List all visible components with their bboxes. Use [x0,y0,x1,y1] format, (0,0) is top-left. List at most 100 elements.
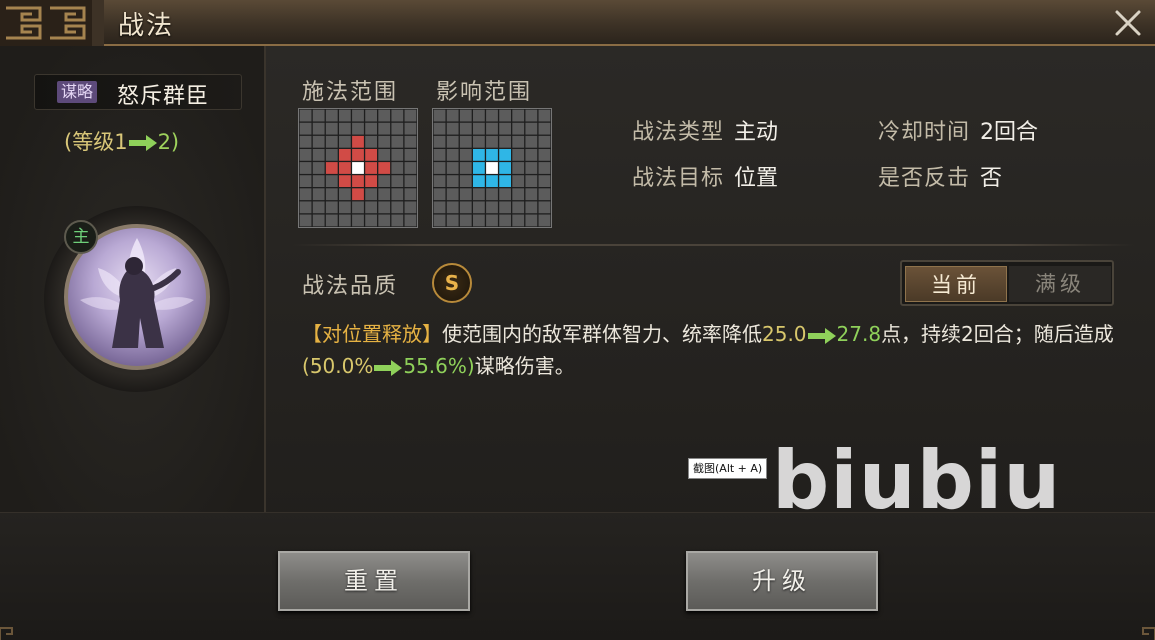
grid-cell [472,188,485,201]
grid-cell [472,135,485,148]
grid-cell [499,162,512,174]
level-view-toggle: 当前 满级 [900,260,1114,306]
desc-part1: 使范围内的敌军群体智力、统率降低 [442,322,762,346]
grid-cell [538,214,551,227]
skill-type-value: 主动 [734,120,779,145]
grid-cell [391,135,404,148]
grid-cell [312,214,325,227]
grid-cell [538,135,551,148]
grid-cell [433,188,446,201]
level-change: (等级1 2) [64,126,179,156]
grid-cell [365,148,378,161]
toggle-current[interactable]: 当前 [905,266,1007,302]
desc-value1-new: 27.8 [836,322,882,346]
close-button[interactable] [1109,4,1147,42]
toggle-max-level[interactable]: 满级 [1009,266,1111,302]
grid-cell [325,109,338,122]
divider [292,244,1135,246]
grid-cell [365,201,378,214]
grid-cell [512,162,525,174]
grid-cell [459,175,472,188]
desc-paren-close: ) [466,354,475,378]
effect-range-label: 影响范围 [436,80,533,105]
grid-cell [338,109,351,122]
grid-cell [512,135,525,148]
desc-paren-open: ( [302,354,310,378]
grid-cell [525,201,538,214]
grid-cell [525,162,538,174]
grid-cell [312,148,325,161]
grid-cell [338,188,351,201]
grid-cell [352,188,364,201]
window-title: 战法 [118,11,175,41]
grid-cell [459,109,472,122]
grid-cell [352,162,364,174]
upgrade-button[interactable]: 升级 [686,551,878,611]
reset-button[interactable]: 重置 [278,551,470,611]
desc-value1-old: 25.0 [762,322,807,346]
title-bar: 战法 [0,0,1155,46]
grid-cell [446,109,459,122]
grid-cell [365,188,378,201]
grid-cell [499,109,512,122]
grid-cell [391,188,404,201]
counter-value: 否 [980,166,1003,191]
corner-ornament-icon [0,627,13,640]
grid-cell [391,122,404,135]
grid-cell [391,162,404,174]
grid-cell [459,162,472,174]
grid-cell [499,148,512,161]
grid-cell [325,162,338,174]
grid-cell [352,109,364,122]
arrow-right-icon [128,135,157,151]
grid-cell [512,175,525,188]
grid-cell [446,148,459,161]
grid-cell [338,214,351,227]
skill-type-key: 战法类型 [632,120,725,145]
grid-cell [325,201,338,214]
info-counter: 是否反击否 [878,160,1002,192]
grid-cell [538,201,551,214]
grid-cell [338,162,351,174]
grid-cell [365,135,378,148]
grid-cell [378,148,391,161]
grid-cell [459,214,472,227]
grid-cell [352,201,364,214]
grid-cell [499,175,512,188]
grid-cell [538,162,551,174]
grid-cell [325,214,338,227]
grid-cell [378,175,391,188]
grid-cell [472,214,485,227]
grid-cell [325,175,338,188]
grid-cell [459,148,472,161]
grid-cell [338,148,351,161]
action-bar: 重置 升级 [0,512,1155,640]
grid-cell [472,148,485,161]
grid-cell [525,175,538,188]
grid-cell [378,214,391,227]
grid-cell [404,175,417,188]
grid-cell [404,109,417,122]
grid-cell [512,148,525,161]
grid-cell [299,162,312,174]
info-cooldown: 冷却时间 2回合 [878,114,1038,146]
grid-cell [404,162,417,174]
grid-cell [325,188,338,201]
counter-key: 是否反击 [878,166,971,191]
grid-cell [299,214,312,227]
grid-cell [472,162,485,174]
grid-cell [404,135,417,148]
grid-cell [486,201,498,214]
grid-cell [352,135,364,148]
grid-cell [512,109,525,122]
grid-cell [512,122,525,135]
main-skill-badge: 主 [64,220,98,254]
grid-cell [459,122,472,135]
grid-cell [486,214,498,227]
skill-target-value: 位置 [734,166,779,191]
grid-cell [446,122,459,135]
grid-cell [391,175,404,188]
grid-cell [365,214,378,227]
effect-range-grid-icon [433,109,551,227]
cast-range-label: 施法范围 [302,80,399,105]
